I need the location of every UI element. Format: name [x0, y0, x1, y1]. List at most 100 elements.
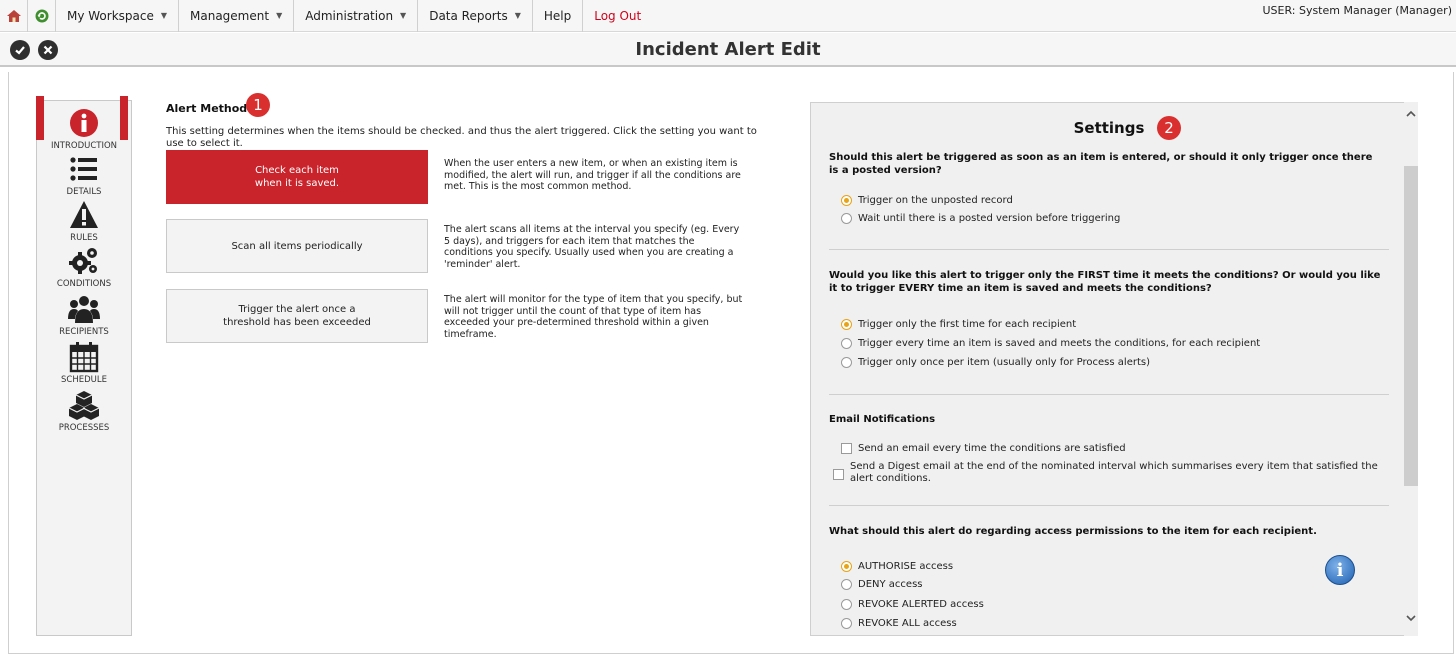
chevron-down-icon: ▼ — [276, 11, 283, 20]
method-check-each-item-button[interactable]: Check each item when it is saved. — [166, 150, 428, 204]
radio-button[interactable] — [841, 599, 852, 610]
scroll-up-icon[interactable] — [1404, 108, 1418, 124]
user-label: USER: System Manager (Manager) — [1262, 4, 1452, 17]
nav-item-rules[interactable]: RULES — [37, 199, 131, 245]
method-scan-periodically-button[interactable]: Scan all items periodically — [166, 219, 428, 273]
alert-method-title: Alert Method — [166, 102, 248, 115]
method-description: When the user enters a new item, or when… — [444, 158, 741, 192]
radio-option[interactable]: DENY access — [841, 579, 1381, 591]
step-badge: 1 — [246, 93, 270, 117]
nav-item-recipients[interactable]: RECIPIENTS — [37, 293, 131, 339]
menu-help[interactable]: Help — [533, 0, 584, 32]
active-nav-marker-right — [120, 96, 128, 140]
info-icon[interactable]: i — [1325, 555, 1355, 585]
option-label: DENY access — [858, 579, 923, 590]
settings-title: Settings — [811, 119, 1405, 137]
settings-question-permissions: What should this alert do regarding acce… — [829, 526, 1317, 537]
radio-button[interactable] — [841, 561, 852, 572]
checkbox[interactable] — [841, 443, 852, 454]
settings-question-frequency: Would you like this alert to trigger onl… — [829, 270, 1381, 294]
top-menu-bar: My Workspace ▼ Management ▼ Administrati… — [0, 0, 1456, 32]
method-description: The alert will monitor for the type of i… — [444, 294, 743, 340]
scroll-down-icon[interactable] — [1404, 612, 1418, 628]
method-description: The alert scans all items at the interva… — [444, 224, 740, 270]
option-label: Trigger on the unposted record — [858, 195, 1013, 206]
chevron-down-icon: ▼ — [160, 11, 168, 20]
checkbox[interactable] — [833, 469, 844, 480]
logout-link[interactable]: Log Out — [583, 0, 652, 32]
nav-item-details[interactable]: DETAILS — [37, 153, 131, 199]
checkbox-option[interactable]: Send a Digest email at the end of the no… — [833, 461, 1385, 485]
menu-administration[interactable]: Administration ▼ — [294, 0, 419, 32]
method-threshold-button[interactable]: Trigger the alert once a threshold has b… — [166, 289, 428, 343]
home-icon[interactable] — [0, 0, 28, 32]
info-circle-icon — [70, 109, 98, 137]
menu-label: Administration — [305, 8, 394, 23]
settings-question-posting: Should this alert be triggered as soon a… — [829, 152, 1373, 176]
refresh-icon[interactable] — [28, 0, 56, 32]
radio-option[interactable]: Trigger every time an item is saved and … — [841, 338, 1381, 350]
settings-question-email: Email Notifications — [829, 414, 936, 425]
nav-label: RECIPIENTS — [59, 327, 109, 337]
settings-title-text: Settings — [1073, 119, 1145, 137]
nav-item-introduction[interactable]: INTRODUCTION — [37, 107, 131, 153]
gears-icon — [69, 248, 97, 274]
scrollbar-thumb[interactable] — [1404, 166, 1418, 486]
divider — [829, 505, 1389, 506]
radio-option[interactable]: Trigger only the first time for each rec… — [841, 319, 1381, 331]
option-label: Send an email every time the conditions … — [858, 443, 1126, 454]
active-nav-marker-left — [36, 96, 44, 140]
menu-label: Management — [190, 8, 270, 23]
option-label: Trigger only the first time for each rec… — [858, 319, 1077, 330]
menu-label: Data Reports — [429, 8, 508, 23]
radio-option[interactable]: AUTHORISE access — [841, 561, 1381, 573]
step-badge: 2 — [1157, 116, 1181, 140]
radio-button[interactable] — [841, 213, 852, 224]
nav-label: SCHEDULE — [61, 375, 107, 385]
settings-panel: Settings 2 Should this alert be triggere… — [810, 102, 1406, 636]
cubes-icon — [68, 391, 100, 420]
method-label-line1: Trigger the alert once a — [238, 304, 356, 315]
divider — [829, 249, 1389, 250]
warning-triangle-icon — [70, 201, 98, 228]
nav-item-schedule[interactable]: SCHEDULE — [37, 341, 131, 387]
method-label-line2: when it is saved. — [254, 178, 340, 189]
method-label-line2: threshold has been exceeded — [223, 317, 371, 328]
nav-item-processes[interactable]: PROCESSES — [37, 389, 131, 435]
menu-data-reports[interactable]: Data Reports ▼ — [418, 0, 533, 32]
menu-label: My Workspace — [67, 8, 154, 23]
left-nav: INTRODUCTION DETAILS RULES CONDITIONS RE… — [36, 100, 132, 636]
option-label: AUTHORISE access — [858, 561, 954, 572]
menu-my-workspace[interactable]: My Workspace ▼ — [56, 0, 180, 32]
radio-button[interactable] — [841, 195, 852, 206]
menu-management[interactable]: Management ▼ — [179, 0, 295, 32]
option-label: REVOKE ALL access — [858, 618, 957, 629]
method-label-line1: Scan all items periodically — [231, 240, 363, 252]
calendar-icon — [69, 342, 99, 373]
radio-button[interactable] — [841, 357, 852, 368]
option-label: Wait until there is a posted version bef… — [858, 213, 1121, 224]
method-label-line1: Check each item — [255, 165, 339, 176]
radio-option[interactable]: Wait until there is a posted version bef… — [841, 213, 1381, 225]
nav-label: DETAILS — [66, 187, 102, 197]
nav-label: PROCESSES — [58, 423, 110, 433]
radio-option[interactable]: REVOKE ALERTED access — [841, 599, 1381, 611]
nav-label: RULES — [70, 233, 98, 243]
radio-button[interactable] — [841, 338, 852, 349]
page-title: Incident Alert Edit — [635, 39, 821, 60]
radio-button[interactable] — [841, 618, 852, 629]
nav-label: INTRODUCTION — [50, 141, 118, 151]
radio-button[interactable] — [841, 319, 852, 330]
radio-option[interactable]: REVOKE ALL access — [841, 618, 1381, 630]
chevron-down-icon: ▼ — [400, 11, 407, 20]
checkbox-option[interactable]: Send an email every time the conditions … — [841, 443, 1381, 455]
radio-option[interactable]: Trigger on the unposted record — [841, 195, 1381, 207]
radio-option[interactable]: Trigger only once per item (usually only… — [841, 357, 1381, 369]
radio-button[interactable] — [841, 579, 852, 590]
nav-item-conditions[interactable]: CONDITIONS — [37, 245, 131, 291]
title-bar: Incident Alert Edit — [0, 33, 1456, 67]
users-icon — [68, 296, 100, 323]
divider — [829, 394, 1389, 395]
menu-label: Help — [543, 8, 572, 23]
option-label: Trigger every time an item is saved and … — [858, 338, 1261, 349]
